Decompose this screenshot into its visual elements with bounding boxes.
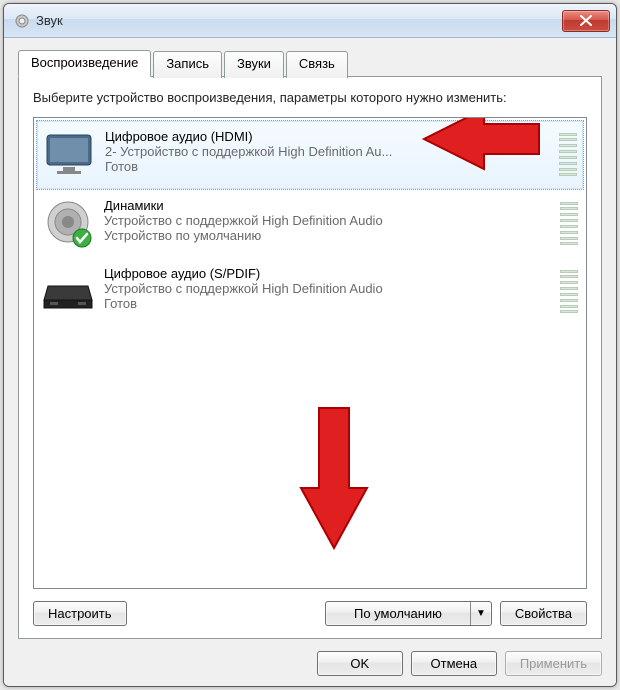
device-status: Готов bbox=[104, 296, 554, 311]
device-subtitle: 2- Устройство с поддержкой High Definiti… bbox=[105, 144, 553, 159]
set-default-dropdown[interactable]: ▼ bbox=[471, 602, 491, 625]
set-default-button[interactable]: По умолчанию ▼ bbox=[325, 601, 492, 626]
device-text: Цифровое аудио (S/PDIF) Устройство с под… bbox=[104, 266, 554, 311]
tab-recording[interactable]: Запись bbox=[153, 51, 222, 78]
device-status: Готов bbox=[105, 159, 553, 174]
window-title: Звук bbox=[36, 13, 562, 28]
device-item-spdif[interactable]: Цифровое аудио (S/PDIF) Устройство с под… bbox=[36, 258, 584, 326]
device-item-hdmi[interactable]: Цифровое аудио (HDMI) 2- Устройство с по… bbox=[36, 120, 584, 190]
sound-icon bbox=[14, 13, 30, 29]
speaker-icon bbox=[42, 198, 94, 250]
close-button[interactable] bbox=[562, 10, 610, 32]
sound-dialog: Звук Воспроизведение Запись Звуки Связь … bbox=[3, 3, 617, 687]
vu-meter bbox=[560, 266, 578, 318]
vu-meter bbox=[559, 129, 577, 181]
device-text: Динамики Устройство с поддержкой High De… bbox=[104, 198, 554, 243]
properties-button[interactable]: Свойства bbox=[500, 601, 587, 626]
set-default-main[interactable]: По умолчанию bbox=[326, 602, 471, 625]
tab-sounds[interactable]: Звуки bbox=[224, 51, 284, 78]
instruction-text: Выберите устройство воспроизведения, пар… bbox=[33, 89, 587, 107]
device-status: Устройство по умолчанию bbox=[104, 228, 554, 243]
device-text: Цифровое аудио (HDMI) 2- Устройство с по… bbox=[105, 129, 553, 174]
device-subtitle: Устройство с поддержкой High Definition … bbox=[104, 281, 554, 296]
dialog-buttons: OK Отмена Применить bbox=[18, 651, 602, 676]
device-title: Цифровое аудио (S/PDIF) bbox=[104, 266, 554, 281]
monitor-icon bbox=[43, 129, 95, 181]
device-title: Цифровое аудио (HDMI) bbox=[105, 129, 553, 144]
playback-panel: Выберите устройство воспроизведения, пар… bbox=[18, 76, 602, 639]
device-subtitle: Устройство с поддержкой High Definition … bbox=[104, 213, 554, 228]
apply-button: Применить bbox=[505, 651, 602, 676]
vu-meter bbox=[560, 198, 578, 250]
tab-communications[interactable]: Связь bbox=[286, 51, 348, 78]
annotation-arrow-default bbox=[289, 403, 379, 553]
tab-strip: Воспроизведение Запись Звуки Связь bbox=[18, 50, 602, 77]
cancel-button[interactable]: Отмена bbox=[411, 651, 497, 676]
receiver-icon bbox=[42, 266, 94, 318]
device-list[interactable]: Цифровое аудио (HDMI) 2- Устройство с по… bbox=[33, 117, 587, 589]
ok-button[interactable]: OK bbox=[317, 651, 403, 676]
client-area: Воспроизведение Запись Звуки Связь Выбер… bbox=[4, 38, 616, 686]
titlebar[interactable]: Звук bbox=[4, 4, 616, 38]
panel-buttons: Настроить По умолчанию ▼ Свойства bbox=[33, 601, 587, 626]
configure-button[interactable]: Настроить bbox=[33, 601, 127, 626]
device-item-speakers[interactable]: Динамики Устройство с поддержкой High De… bbox=[36, 190, 584, 258]
tab-playback[interactable]: Воспроизведение bbox=[18, 50, 151, 77]
device-title: Динамики bbox=[104, 198, 554, 213]
